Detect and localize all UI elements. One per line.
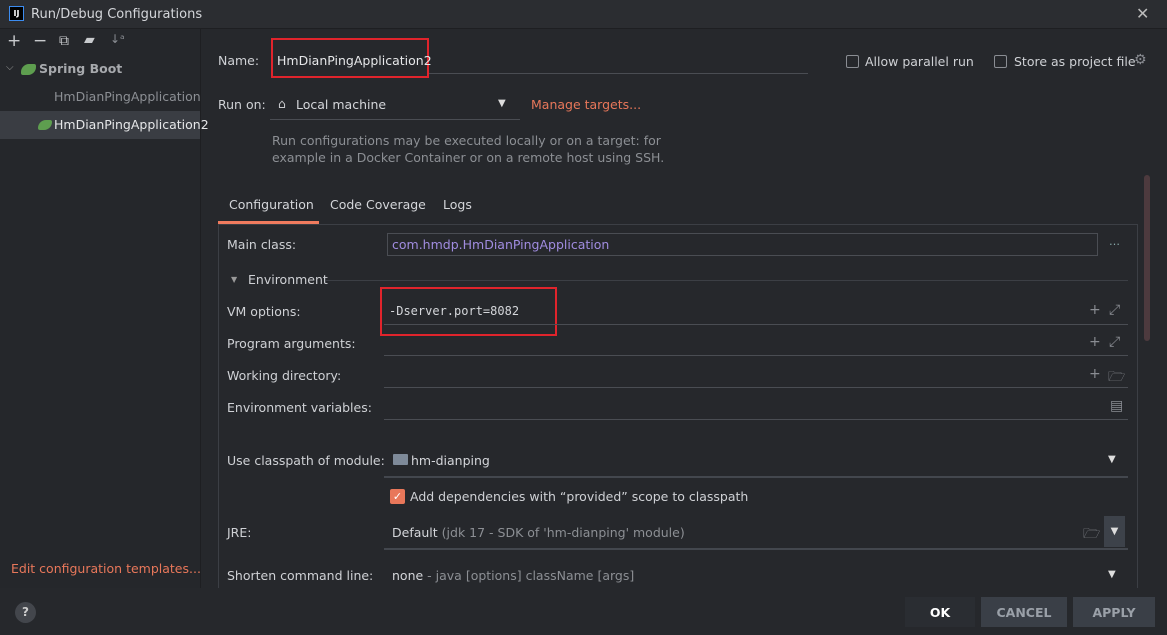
sort-icon[interactable]: ↓ᵃ <box>110 32 125 46</box>
jre-label: JRE: <box>227 525 252 540</box>
scrollbar[interactable] <box>1144 175 1150 341</box>
help-button[interactable]: ? <box>15 602 36 623</box>
sidebar-item-label[interactable]: HmDianPingApplication2 <box>54 117 209 132</box>
vm-options-input[interactable]: -Dserver.port=8082 <box>389 304 519 318</box>
store-project-label[interactable]: Store as project file <box>1014 54 1136 69</box>
dropdown-arrow-icon: ▼ <box>498 98 506 109</box>
document-icon[interactable]: ▤ <box>1110 398 1123 414</box>
tab-code-coverage[interactable]: Code Coverage <box>330 197 426 212</box>
name-underline <box>429 73 808 74</box>
tab-configuration[interactable]: Configuration <box>229 197 314 212</box>
main-class-value: com.hmdp.HmDianPingApplication <box>392 237 610 252</box>
main-class-label: Main class: <box>227 237 297 252</box>
name-input[interactable]: HmDianPingApplication2 <box>277 53 432 68</box>
ok-button[interactable]: OK <box>905 597 975 627</box>
add-dependencies-label[interactable]: Add dependencies with “provided” scope t… <box>410 489 748 504</box>
vm-options-underline <box>384 324 1128 325</box>
edit-templates-link[interactable]: Edit configuration templates... <box>11 561 201 576</box>
jre-dropdown[interactable]: Default (jdk 17 - SDK of 'hm-dianping' m… <box>384 515 1128 550</box>
folder-icon[interactable]: 🗁 <box>1108 366 1125 390</box>
module-folder-icon <box>393 454 408 465</box>
sidebar-item[interactable]: HmDianPingApplication <box>54 89 201 104</box>
cancel-button[interactable]: CANCEL <box>981 597 1067 627</box>
name-label: Name: <box>218 53 260 68</box>
classpath-label: Use classpath of module: <box>227 453 385 468</box>
tab-logs[interactable]: Logs <box>443 197 472 212</box>
add-icon[interactable]: + <box>1089 302 1101 318</box>
copy-icon[interactable]: ⧉ <box>59 33 69 49</box>
add-icon[interactable]: + <box>7 31 21 51</box>
vm-options-label: VM options: <box>227 304 301 319</box>
jre-value: Default (jdk 17 - SDK of 'hm-dianping' m… <box>392 525 685 540</box>
folder-icon[interactable]: 🗁 <box>1083 523 1100 547</box>
store-project-checkbox[interactable] <box>994 55 1007 68</box>
environment-variables-input[interactable] <box>384 419 1128 420</box>
spring-boot-icon <box>21 64 36 75</box>
app-icon: IJ <box>9 6 24 21</box>
run-on-value: Local machine <box>296 97 387 112</box>
add-dependencies-checkbox[interactable]: ✓ <box>390 489 405 504</box>
title-bar: IJ Run/Debug Configurations ✕ <box>0 0 1167 29</box>
dropdown-arrow-icon: ▼ <box>1108 569 1116 580</box>
program-arguments-label: Program arguments: <box>227 336 356 351</box>
shorten-command-line-label: Shorten command line: <box>227 568 374 583</box>
jre-dropdown-button[interactable]: ▼ <box>1104 516 1125 547</box>
expand-icon[interactable]: ⤢ <box>1109 302 1120 318</box>
run-on-label: Run on: <box>218 97 266 112</box>
sidebar-group-spring-boot[interactable]: Spring Boot <box>39 61 122 76</box>
program-arguments-input[interactable] <box>384 355 1128 356</box>
expand-icon[interactable]: ⤢ <box>1109 334 1120 350</box>
run-on-dropdown[interactable]: ⌂ Local machine ▼ <box>270 90 520 120</box>
run-on-description: Run configurations may be executed local… <box>272 133 661 148</box>
sidebar: + − ⧉ ▰ ↓ᵃ ⌵ Spring Boot HmDianPingAppli… <box>0 29 209 588</box>
section-divider <box>326 280 1128 281</box>
jre-value-text: Default <box>392 525 438 540</box>
close-icon[interactable]: ✕ <box>1136 4 1149 23</box>
shorten-detail: - java [options] className [args] <box>427 568 635 583</box>
browse-icon[interactable]: … <box>1109 235 1120 248</box>
working-directory-label: Working directory: <box>227 368 342 383</box>
shorten-value-text: none <box>392 568 424 583</box>
allow-parallel-checkbox[interactable] <box>846 55 859 68</box>
collapse-icon[interactable]: ▼ <box>231 275 237 284</box>
chevron-down-icon[interactable]: ⌵ <box>6 62 14 73</box>
working-directory-input[interactable] <box>384 387 1128 388</box>
window-title: Run/Debug Configurations <box>31 7 203 22</box>
environment-variables-label: Environment variables: <box>227 400 372 415</box>
classpath-value: hm-dianping <box>411 453 490 468</box>
shorten-value: none - java [options] className [args] <box>392 568 634 583</box>
home-icon: ⌂ <box>278 96 286 111</box>
environment-section[interactable]: Environment <box>248 272 328 287</box>
gear-icon[interactable]: ⚙ <box>1134 52 1147 68</box>
shorten-command-line-dropdown[interactable]: none - java [options] className [args] ▼ <box>384 560 1128 588</box>
jre-detail: (jdk 17 - SDK of 'hm-dianping' module) <box>441 525 685 540</box>
allow-parallel-label[interactable]: Allow parallel run <box>865 54 974 69</box>
dropdown-arrow-icon: ▼ <box>1108 454 1116 465</box>
new-folder-icon[interactable]: ▰ <box>84 32 95 48</box>
classpath-dropdown[interactable]: hm-dianping ▼ <box>384 443 1128 478</box>
run-on-description-2: example in a Docker Container or on a re… <box>272 150 665 165</box>
add-icon[interactable]: + <box>1089 334 1101 350</box>
apply-button[interactable]: APPLY <box>1073 597 1155 627</box>
remove-icon[interactable]: − <box>33 31 47 51</box>
manage-targets-link[interactable]: Manage targets... <box>531 97 641 112</box>
add-icon[interactable]: + <box>1089 366 1101 382</box>
